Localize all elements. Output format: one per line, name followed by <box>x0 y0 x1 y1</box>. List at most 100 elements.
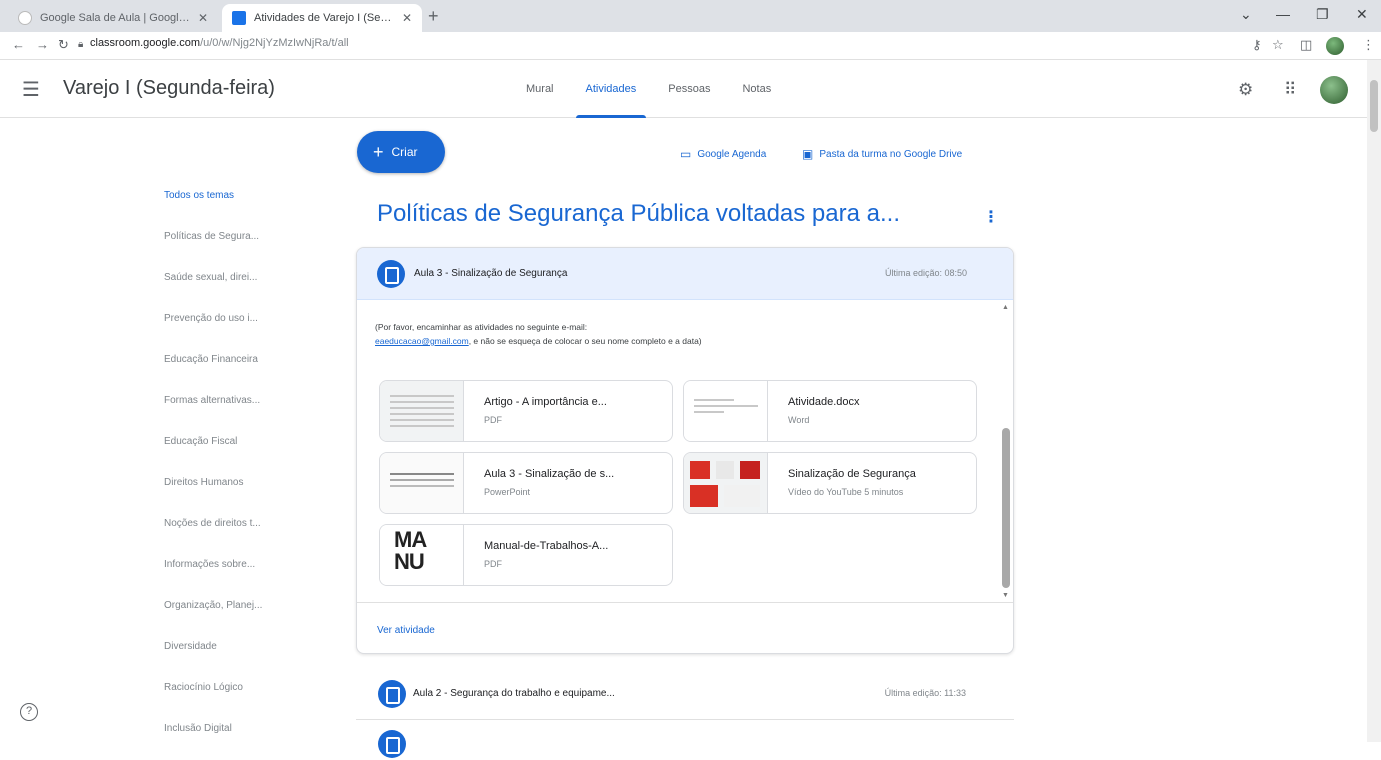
scroll-up-icon[interactable]: ▲ <box>1002 304 1009 311</box>
new-tab-icon[interactable]: + <box>428 6 439 27</box>
tab-notas[interactable]: Notas <box>726 60 787 118</box>
card-scrollbar-thumb[interactable] <box>1002 428 1010 588</box>
tab-pessoas[interactable]: Pessoas <box>652 60 726 118</box>
browser-tab[interactable]: Google Sala de Aula | Google fo... ✕ <box>8 4 218 32</box>
page-scrollbar[interactable] <box>1367 60 1381 742</box>
url-domain: classroom.google.com <box>90 37 201 49</box>
sidepanel-icon[interactable]: ◫ <box>1300 37 1312 53</box>
reload-icon[interactable]: ↻ <box>58 37 69 53</box>
material-name: Artigo - A importância e... <box>484 396 607 408</box>
topic-item[interactable]: Organização, Planej... <box>164 596 284 637</box>
scroll-down-icon[interactable]: ▼ <box>1002 592 1009 599</box>
classroom-favicon-icon <box>232 11 246 25</box>
main-menu-icon[interactable]: ☰ <box>22 77 40 102</box>
browser-tab-active[interactable]: Atividades de Varejo I (Segunda-... ✕ <box>222 4 422 32</box>
tab-atividades[interactable]: Atividades <box>570 60 653 118</box>
topic-title: Políticas de Segurança Pública voltadas … <box>377 200 900 227</box>
topic-item[interactable]: Prevenção do uso i... <box>164 309 284 350</box>
help-icon[interactable]: ? <box>20 703 38 721</box>
drive-folder-link[interactable]: ▣ Pasta da turma no Google Drive <box>802 147 962 161</box>
create-button[interactable]: + Criar <box>357 131 445 173</box>
assignment-icon <box>378 730 406 758</box>
topic-item[interactable]: Educação Fiscal <box>164 432 284 473</box>
topic-item[interactable]: Informações sobre... <box>164 555 284 596</box>
description-text: (Por favor, encaminhar as atividades no … <box>375 322 588 332</box>
settings-gear-icon[interactable]: ⚙ <box>1238 80 1253 100</box>
manual-cover-image: MA NU <box>394 527 427 574</box>
topic-item[interactable]: Formas alternativas... <box>164 391 284 432</box>
calendar-link-label: Google Agenda <box>697 148 767 160</box>
apps-grid-icon[interactable]: ⠿ <box>1284 80 1296 100</box>
minimize-icon[interactable]: — <box>1276 6 1290 22</box>
close-tab-icon[interactable]: ✕ <box>402 11 412 25</box>
browser-toolbar: ← → ↻ 🔒︎ classroom.google.com/u/0/w/Njg2… <box>0 32 1381 60</box>
assignment-title: Aula 3 - Sinalização de Segurança <box>414 268 568 279</box>
tab-mural[interactable]: Mural <box>510 60 570 118</box>
material-name: Sinalização de Segurança <box>788 468 916 480</box>
tab-title: Atividades de Varejo I (Segunda-... <box>254 12 396 24</box>
topic-item[interactable]: Noções de direitos t... <box>164 514 284 555</box>
browser-tab-strip: Google Sala de Aula | Google fo... ✕ Ati… <box>0 0 1381 32</box>
class-name[interactable]: Varejo I (Segunda-feira) <box>63 77 275 100</box>
last-edited: Última edição: 08:50 <box>884 268 967 278</box>
assignment-card-partial[interactable] <box>356 722 1014 758</box>
youtube-thumbnail <box>684 453 768 513</box>
material-type: PDF <box>484 559 502 569</box>
bookmark-star-icon[interactable]: ☆ <box>1272 37 1284 53</box>
material-attachment[interactable]: Atividade.docx Word <box>683 380 977 442</box>
material-name: Aula 3 - Sinalização de s... <box>484 468 615 480</box>
topic-item[interactable]: Saúde sexual, direi... <box>164 268 284 309</box>
material-type: Word <box>788 415 810 425</box>
assignment-card-header[interactable]: Aula 3 - Sinalização de Segurança Última… <box>357 248 1013 300</box>
create-label: Criar <box>391 145 418 159</box>
material-attachment[interactable]: Artigo - A importância e... PDF <box>379 380 673 442</box>
drive-link-label: Pasta da turma no Google Drive <box>819 148 963 160</box>
close-tab-icon[interactable]: ✕ <box>198 11 208 25</box>
close-window-icon[interactable]: ✕ <box>1356 6 1368 23</box>
back-icon[interactable]: ← <box>12 37 25 52</box>
forward-icon[interactable]: → <box>36 37 49 52</box>
url-path: /u/0/w/Njg2NjYzMzIwNjRa/t/all <box>200 37 349 49</box>
assignment-title: Aula 2 - Segurança do trabalho e equipam… <box>413 688 615 699</box>
topic-item[interactable]: Inclusão Digital <box>164 719 284 760</box>
restore-icon[interactable]: ❐ <box>1316 6 1329 23</box>
topic-item[interactable]: Direitos Humanos <box>164 473 284 514</box>
plus-icon: + <box>373 141 384 162</box>
topic-list: Todos os temas Políticas de Segura... Sa… <box>164 186 284 760</box>
material-type: PowerPoint <box>484 487 531 497</box>
material-attachment[interactable]: Aula 3 - Sinalização de s... PowerPoint <box>379 452 673 514</box>
material-attachment[interactable]: MA NU Manual-de-Trabalhos-A... PDF <box>379 524 673 586</box>
scrollbar-thumb[interactable] <box>1370 80 1378 132</box>
address-bar[interactable]: classroom.google.com/u/0/w/Njg2NjYzMzIwN… <box>90 37 349 49</box>
drive-folder-icon: ▣ <box>802 147 814 161</box>
pdf-thumbnail: MA NU <box>380 525 464 585</box>
last-edited: Última edição: 11:33 <box>884 688 966 698</box>
assignment-card-expanded: Aula 3 - Sinalização de Segurança Última… <box>356 247 1014 654</box>
word-thumbnail <box>684 381 768 441</box>
assignment-card-collapsed[interactable]: Aula 2 - Segurança do trabalho e equipam… <box>356 668 1014 720</box>
google-calendar-link[interactable]: ▭ Google Agenda <box>680 147 766 161</box>
key-icon[interactable]: ⚷ <box>1252 37 1262 53</box>
classroom-header: ☰ Varejo I (Segunda-feira) Mural Ativida… <box>0 60 1367 118</box>
tab-title: Google Sala de Aula | Google fo... <box>40 12 192 24</box>
view-assignment-link[interactable]: Ver atividade <box>377 625 435 636</box>
topic-item[interactable]: Políticas de Segura... <box>164 227 284 268</box>
pdf-thumbnail <box>380 381 464 441</box>
email-link[interactable]: eaeducacao@gmail.com <box>375 336 469 346</box>
topic-item[interactable]: Raciocínio Lógico <box>164 678 284 719</box>
calendar-icon: ▭ <box>680 147 692 161</box>
google-favicon-icon <box>18 11 32 25</box>
topic-item[interactable]: Todos os temas <box>164 186 284 227</box>
account-avatar[interactable] <box>1320 76 1348 104</box>
tab-search-icon[interactable]: ⌄ <box>1240 6 1252 23</box>
profile-avatar[interactable] <box>1326 37 1344 55</box>
topic-item[interactable]: Diversidade <box>164 637 284 678</box>
browser-menu-icon[interactable]: ⋮ <box>1362 37 1375 53</box>
card-scrollbar[interactable]: ▲ ▼ <box>1000 304 1012 600</box>
assignment-icon <box>378 680 406 708</box>
material-attachment[interactable]: Sinalização de Segurança Vídeo do YouTub… <box>683 452 977 514</box>
topic-item[interactable]: Educação Financeira <box>164 350 284 391</box>
topic-more-options-icon[interactable]: ⋮ <box>983 207 999 227</box>
assignment-icon <box>377 260 405 288</box>
material-name: Manual-de-Trabalhos-A... <box>484 540 609 552</box>
